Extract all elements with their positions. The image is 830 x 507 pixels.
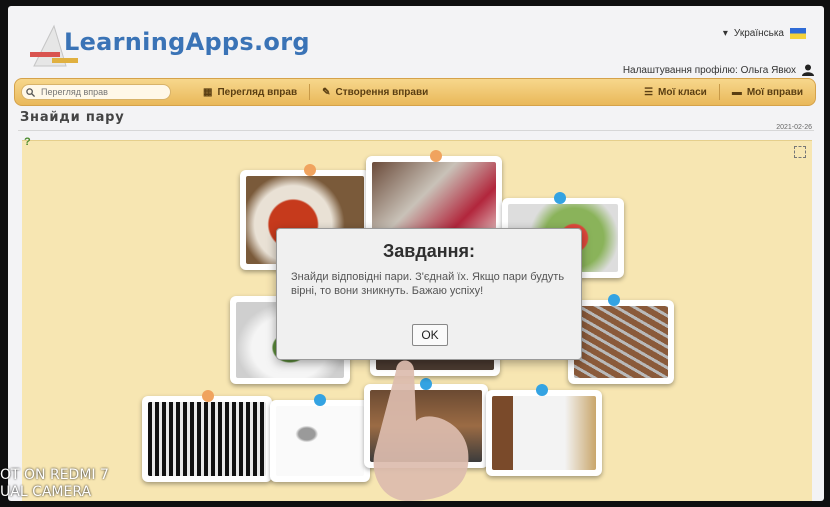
- watermark-line-2: UAL CAMERA: [0, 484, 92, 500]
- food-photo: [148, 402, 266, 476]
- pin-icon: [304, 164, 316, 176]
- pin-icon: [608, 294, 620, 306]
- nav-create-exercise[interactable]: ✎ Створення вправи: [310, 87, 440, 98]
- photo-card-cutlery[interactable]: [142, 390, 272, 482]
- camera-watermark: OT ON REDMI 7 UAL CAMERA: [0, 467, 109, 501]
- finger-photo: [373, 360, 469, 501]
- pin-icon: [314, 394, 326, 406]
- dialog-heading: Завдання:: [382, 241, 476, 261]
- language-selector[interactable]: ▾ Українська: [723, 28, 806, 39]
- chevron-down-icon: ▾: [722, 28, 728, 39]
- nav-my-exercises[interactable]: ▬ Мої вправи: [720, 87, 815, 98]
- nav-my-classes[interactable]: ☰ Мої класи: [632, 87, 719, 98]
- monitor-screen: LearningApps.org ▾ Українська Налаштуван…: [8, 6, 824, 501]
- language-label: Українська: [733, 28, 784, 39]
- pin-icon: [202, 390, 214, 402]
- food-photo: [276, 406, 364, 476]
- main-navbar: ▦ Перегляд вправ ✎ Створення вправи ☰ Мо…: [14, 78, 816, 106]
- pin-icon: [536, 384, 548, 396]
- profile-text: Налаштування профілю: Ольга Явюх: [622, 64, 796, 76]
- watermark-line-1: OT ON REDMI 7: [0, 467, 109, 483]
- list-icon: ☰: [644, 86, 654, 98]
- food-photo: [574, 306, 668, 378]
- photo-card-spoons[interactable]: [568, 294, 674, 384]
- nav-create-label: Створення вправи: [335, 86, 429, 98]
- grid-icon: ▦: [203, 86, 213, 98]
- divider: [18, 130, 814, 131]
- logo-text[interactable]: LearningApps.org: [64, 28, 310, 56]
- search-input[interactable]: [39, 86, 163, 98]
- dialog-text: Знайди відповідні пари. З'єднай їх. Якщо…: [291, 271, 565, 297]
- photo-card-pepper[interactable]: [486, 384, 602, 476]
- food-photo: [492, 396, 596, 470]
- page-title: Знайди пару: [20, 110, 125, 125]
- nav-my-exercises-label: Мої вправи: [746, 86, 803, 98]
- fullscreen-icon[interactable]: [794, 146, 806, 158]
- user-icon: [802, 64, 814, 76]
- nav-classes-label: Мої класи: [658, 86, 707, 98]
- nav-browse-label: Перегляд вправ: [217, 86, 298, 98]
- ok-button[interactable]: OK: [412, 324, 448, 346]
- profile-link[interactable]: Налаштування профілю: Ольга Явюх: [623, 64, 814, 76]
- search-box[interactable]: [21, 84, 171, 100]
- pin-icon: [430, 150, 442, 162]
- flag-icon: [790, 28, 806, 39]
- task-dialog: Завдання: Знайди відповідні пари. З'єдна…: [276, 228, 582, 360]
- photo-card-spoon[interactable]: [270, 394, 370, 482]
- nav-browse-exercises[interactable]: ▦ Перегляд вправ: [191, 87, 309, 98]
- pencil-icon: ✎: [322, 86, 331, 98]
- pin-icon: [554, 192, 566, 204]
- search-icon: [26, 87, 35, 97]
- folder-icon: ▬: [731, 86, 742, 98]
- help-icon[interactable]: ?: [24, 136, 38, 150]
